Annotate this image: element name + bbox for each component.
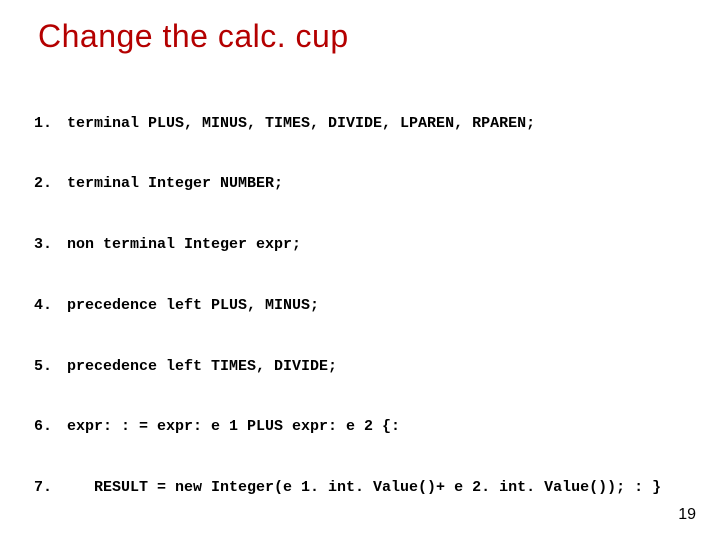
page-number: 19 <box>678 506 696 524</box>
line-number: 1. <box>8 114 58 134</box>
line-text: non terminal Integer expr; <box>58 235 301 255</box>
code-line: 6. expr: : = expr: e 1 PLUS expr: e 2 {: <box>8 417 712 437</box>
line-text: terminal Integer NUMBER; <box>58 174 283 194</box>
code-line: 5. precedence left TIMES, DIVIDE; <box>8 357 712 377</box>
line-text: expr: : = expr: e 1 PLUS expr: e 2 {: <box>58 417 400 437</box>
code-line: 4. precedence left PLUS, MINUS; <box>8 296 712 316</box>
line-text: RESULT = new Integer(e 1. int. Value()+ … <box>58 478 661 498</box>
line-text: precedence left PLUS, MINUS; <box>58 296 319 316</box>
code-line: 2. terminal Integer NUMBER; <box>8 174 712 194</box>
code-line: 7. RESULT = new Integer(e 1. int. Value(… <box>8 478 712 498</box>
line-number: 2. <box>8 174 58 194</box>
line-number: 7. <box>8 478 58 498</box>
line-number: 4. <box>8 296 58 316</box>
slide: Change the calc. cup 1. terminal PLUS, M… <box>0 0 720 540</box>
code-line: 1. terminal PLUS, MINUS, TIMES, DIVIDE, … <box>8 114 712 134</box>
line-text: precedence left TIMES, DIVIDE; <box>58 357 337 377</box>
page-title: Change the calc. cup <box>38 18 712 55</box>
line-number: 3. <box>8 235 58 255</box>
line-number: 5. <box>8 357 58 377</box>
line-text: terminal PLUS, MINUS, TIMES, DIVIDE, LPA… <box>58 114 535 134</box>
line-number: 6. <box>8 417 58 437</box>
code-line: 3. non terminal Integer expr; <box>8 235 712 255</box>
code-block: 1. terminal PLUS, MINUS, TIMES, DIVIDE, … <box>8 73 712 540</box>
